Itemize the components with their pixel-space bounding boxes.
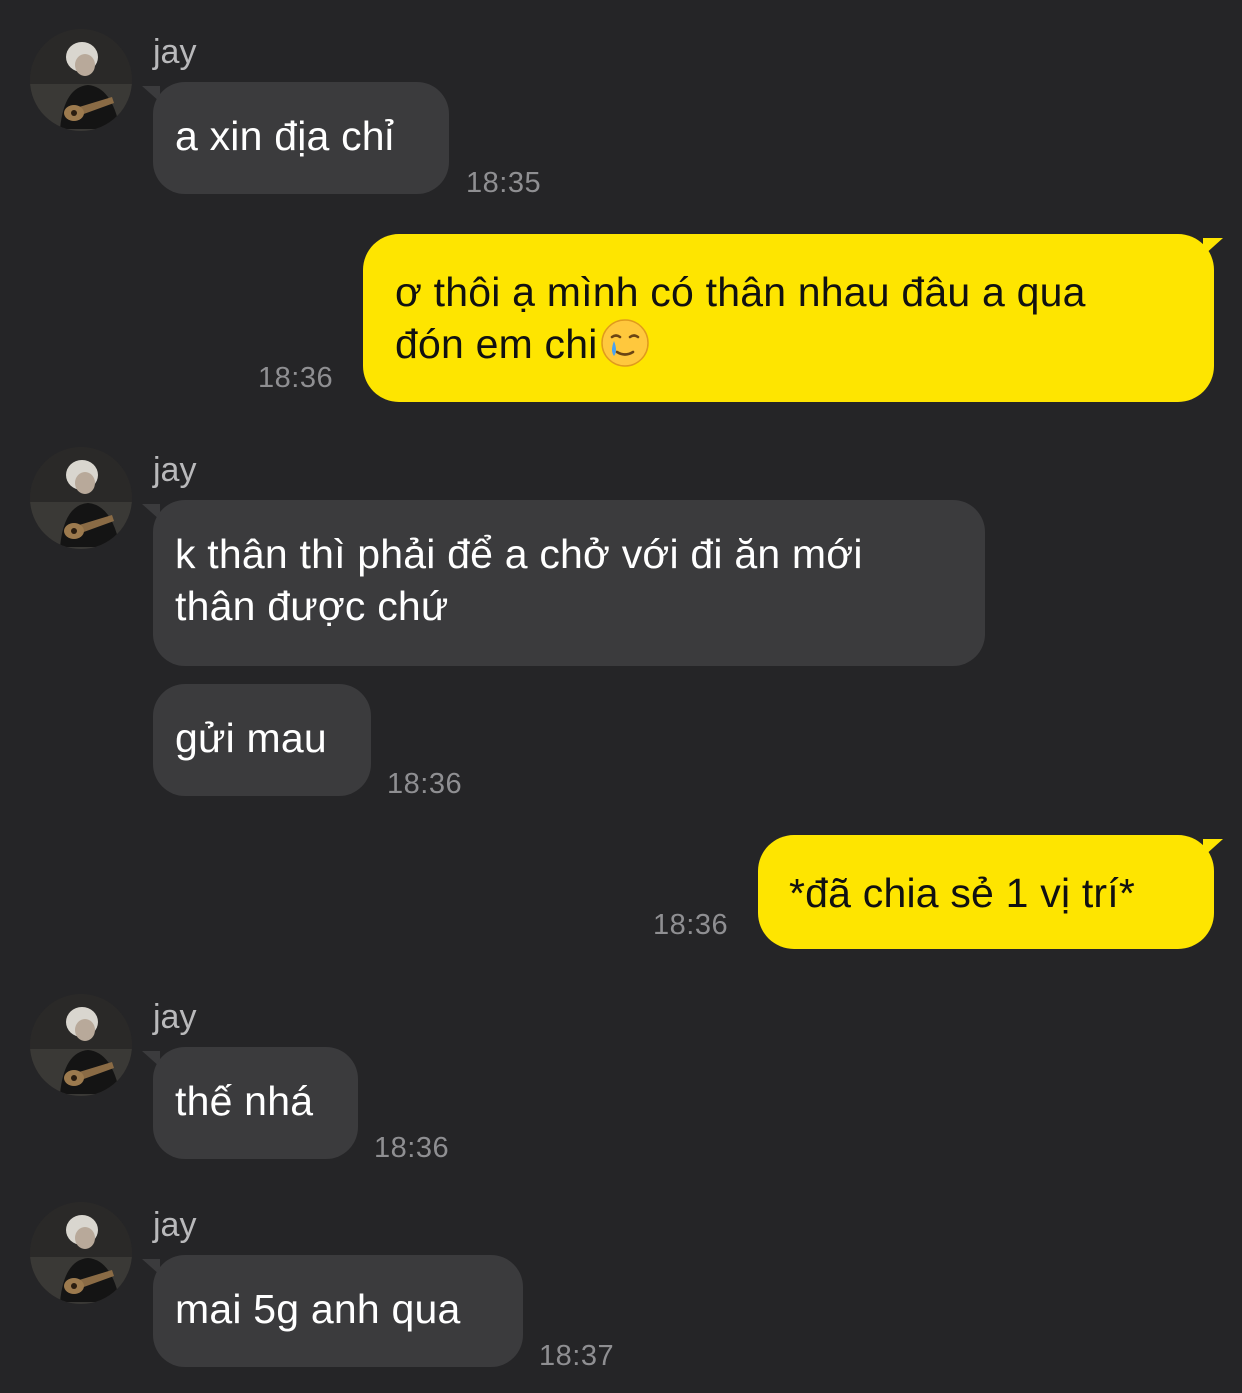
message-text-line: thân được chứ [175,583,449,629]
avatar-photo [30,1202,132,1304]
message-text: thế nhá [175,1078,314,1124]
message-timestamp: 18:36 [653,909,729,941]
avatar-photo [30,447,132,549]
avatar-photo [30,994,132,1096]
message-bubble-outgoing[interactable]: *đã chia sẻ 1 vị trí* [758,835,1214,949]
message-text-line: k thân thì phải để a chở với đi ăn mới [175,531,863,577]
avatar[interactable] [30,447,132,549]
message-text: mai 5g anh qua [175,1286,461,1332]
crying-smile-emoji [600,319,649,367]
avatar[interactable] [30,994,132,1096]
sender-name: jay [153,1206,197,1244]
avatar[interactable] [30,29,132,131]
message-bubble-incoming[interactable]: a xin địa chỉ [153,82,449,194]
message-timestamp: 18:35 [466,167,542,199]
message-text: a xin địa chỉ [175,113,395,159]
message-timestamp: 18:36 [258,362,334,394]
sender-name: jay [153,998,197,1036]
message-text-line: đón em chi [395,318,1184,370]
message-bubble-incoming[interactable]: gửi mau [153,684,371,796]
message-text: *đã chia sẻ 1 vị trí* [789,870,1136,916]
message-bubble-incoming[interactable]: k thân thì phải để a chở với đi ăn mới t… [153,500,985,666]
sender-name: jay [153,451,197,489]
message-timestamp: 18:37 [539,1340,615,1372]
message-text-line: ơ thôi ạ mình có thân nhau đâu a qua [395,269,1086,315]
message-bubble-incoming[interactable]: mai 5g anh qua [153,1255,523,1367]
message-timestamp: 18:36 [387,768,463,800]
avatar[interactable] [30,1202,132,1304]
bubble-tail [1203,839,1223,857]
avatar-photo [30,29,132,131]
message-timestamp: 18:36 [374,1132,450,1164]
message-text: gửi mau [175,715,327,761]
message-bubble-incoming[interactable]: thế nhá [153,1047,358,1159]
bubble-tail [1203,238,1223,256]
message-bubble-outgoing[interactable]: ơ thôi ạ mình có thân nhau đâu a qua đón… [363,234,1214,402]
sender-name: jay [153,33,197,71]
